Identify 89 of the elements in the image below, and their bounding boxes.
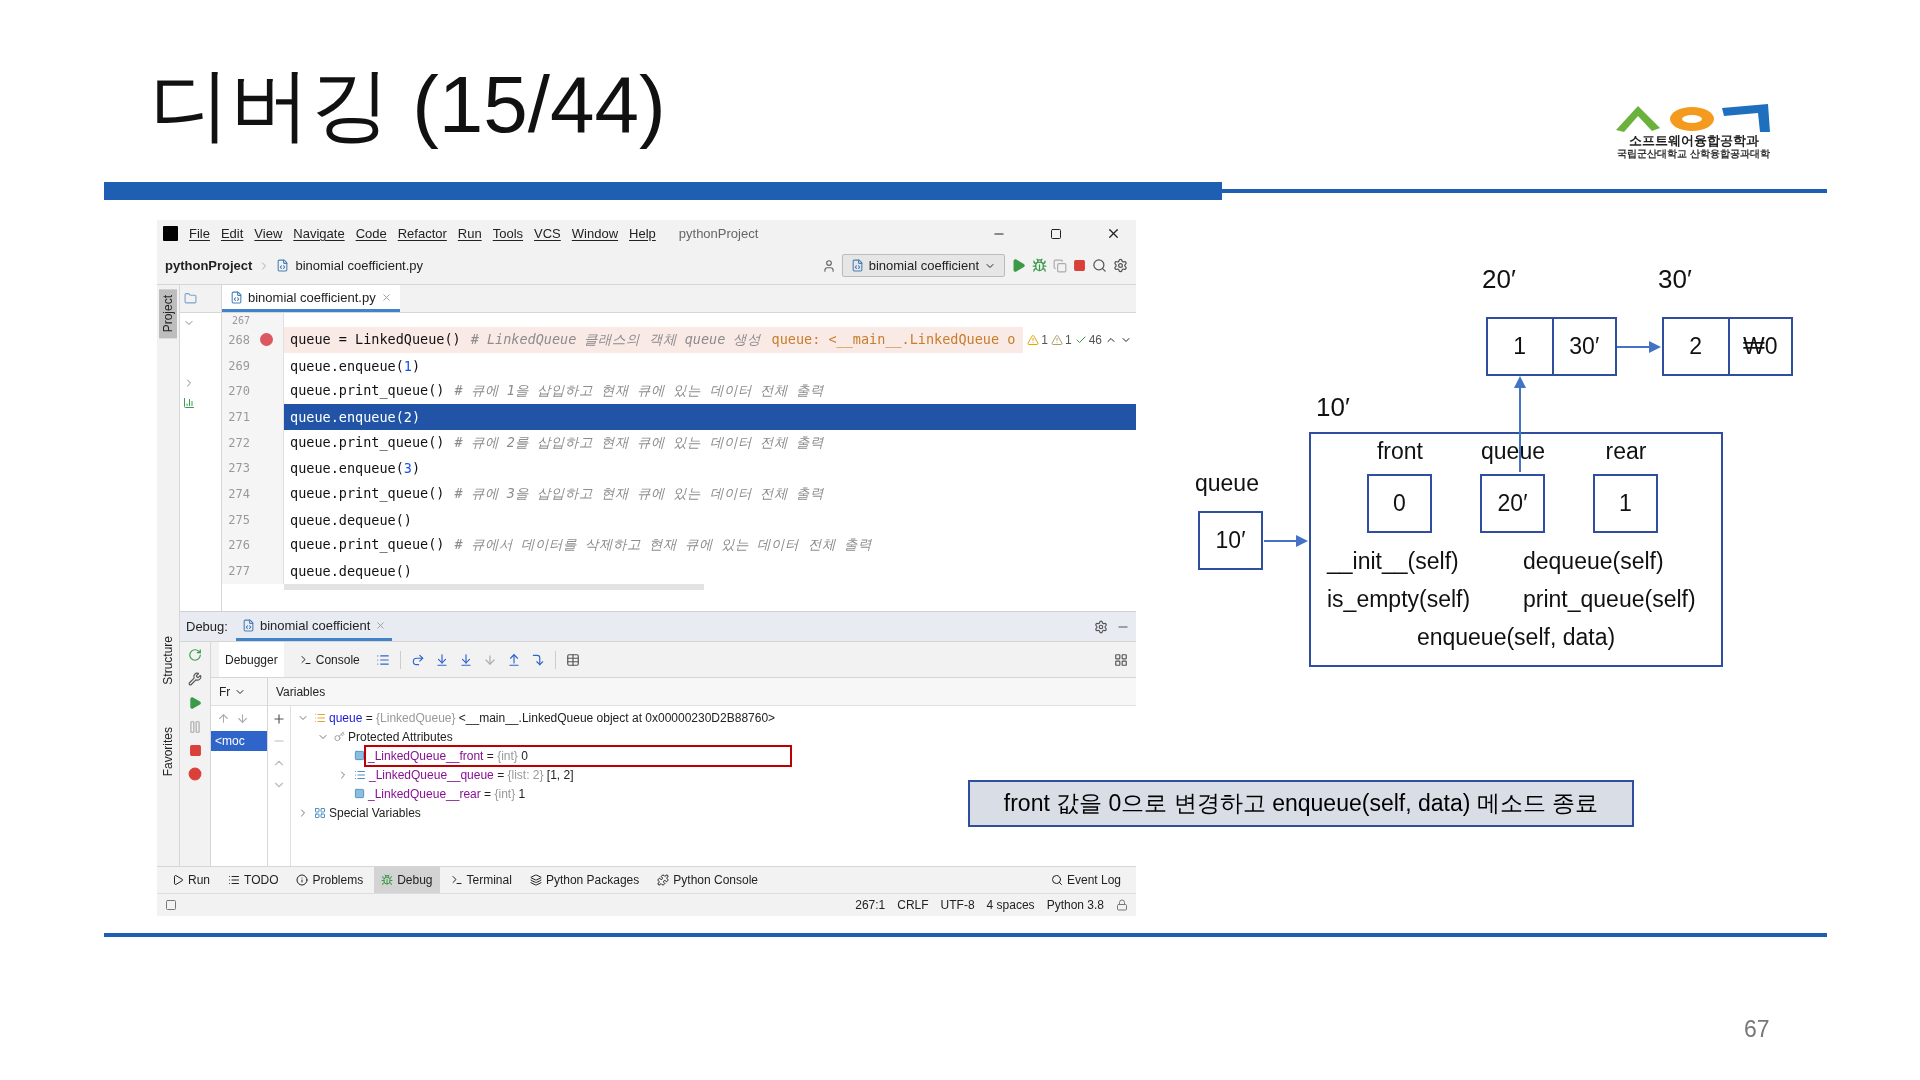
- variable-entry[interactable]: Special Variables: [329, 805, 421, 820]
- line-number: 277: [227, 564, 250, 579]
- frames-header: Fr: [219, 684, 231, 699]
- side-tab[interactable]: Project: [159, 289, 177, 339]
- debug-tab[interactable]: Console: [293, 642, 366, 677]
- menu-item[interactable]: File: [189, 226, 210, 241]
- code-line: queue.enqueue(2): [289, 408, 421, 425]
- menu-item[interactable]: Navigate: [293, 226, 345, 241]
- side-tab[interactable]: Structure: [159, 630, 177, 692]
- page-number: 67: [1744, 1016, 1770, 1043]
- side-tab[interactable]: Favorites: [159, 721, 177, 783]
- code-line: queue.print_queue() # 큐에 1을 삽입하고 현재 큐에 있는 데이터 전체 출력: [289, 382, 824, 401]
- line-number: 275: [227, 512, 250, 527]
- variable-entry[interactable]: _LinkedQueue__queue = {list: 2} [1, 2]: [369, 767, 574, 782]
- tool-window-button[interactable]: TODO: [221, 867, 286, 893]
- debug-label: Debug:: [186, 619, 228, 634]
- field-label: rear: [1605, 438, 1647, 465]
- line-number: 268: [227, 332, 250, 347]
- code-line: queue.print_queue() # 큐에 3을 삽입하고 현재 큐에 있는 데이터 전체 출력: [289, 484, 824, 503]
- code-line: queue.enqueue(1): [289, 357, 421, 374]
- line-number: 273: [227, 461, 250, 476]
- line-number: 270: [227, 384, 250, 399]
- callout-note: front 값을 0으로 변경하고 enqueue(self, data) 메소드 종료: [968, 780, 1634, 827]
- tool-window-button[interactable]: Run: [165, 867, 217, 893]
- menu-item[interactable]: Refactor: [397, 226, 447, 241]
- menu-item[interactable]: View: [254, 226, 283, 241]
- breadcrumb-item[interactable]: binomial coefficient.py: [295, 258, 424, 273]
- method-name: enqueue(self, data): [1416, 624, 1616, 651]
- status-item[interactable]: 4 spaces: [986, 898, 1035, 912]
- event-log-button[interactable]: Event Log: [1043, 867, 1128, 893]
- variable-entry[interactable]: _LinkedQueue__rear = {int} 1: [368, 786, 526, 801]
- status-item[interactable]: 267:1: [855, 898, 886, 912]
- line-number: 274: [227, 486, 250, 501]
- window-title: pythonProject: [678, 226, 760, 241]
- variable-box: 10′: [1198, 511, 1263, 570]
- variable-entry[interactable]: Protected Attributes: [348, 729, 453, 744]
- variables-header: Variables: [276, 684, 326, 699]
- line-number: 272: [227, 435, 250, 450]
- menu-item[interactable]: Code: [355, 226, 387, 241]
- variable-label: queue: [1195, 470, 1259, 497]
- code-line: queue.enqueue(3): [289, 460, 421, 477]
- node-address: 30′: [1658, 264, 1692, 295]
- frame-item[interactable]: <moc: [211, 731, 267, 751]
- tool-window-button[interactable]: Debug: [374, 867, 440, 893]
- code-line: queue.print_queue() # 큐에 2를 삽입하고 현재 큐에 있는 데이터 전체 출력: [289, 433, 824, 452]
- method-name: print_queue(self): [1523, 586, 1696, 613]
- object-address: 10′: [1316, 392, 1350, 423]
- tool-window-button[interactable]: Problems: [289, 867, 371, 893]
- line-number: 271: [227, 409, 250, 424]
- node-address: 20′: [1482, 264, 1516, 295]
- code-line: queue = LinkedQueue() # LinkedQueue 클래스의 객체 queue 생성 queue: <__main__.LinkedQueue o: [289, 330, 1016, 349]
- tool-window-button[interactable]: Python Packages: [522, 867, 647, 893]
- code-line: queue.dequeue(): [289, 563, 412, 580]
- node-data: 2: [1688, 332, 1704, 361]
- line-number: 276: [227, 538, 250, 553]
- status-item[interactable]: Python 3.8: [1046, 898, 1104, 912]
- code-line: queue.dequeue(): [289, 511, 412, 528]
- menu-item[interactable]: Run: [457, 226, 482, 241]
- menu-item[interactable]: VCS: [534, 226, 561, 241]
- line-number: 269: [227, 358, 250, 373]
- field-box: 1: [1593, 474, 1658, 533]
- field-label: front: [1377, 438, 1423, 465]
- node-data: 1: [1512, 332, 1528, 361]
- code-line: queue.print_queue() # 큐에서 데이터를 삭제하고 현재 큐에 있는 데이터 전체 출력: [289, 536, 872, 555]
- breadcrumb-item[interactable]: pythonProject: [165, 258, 253, 273]
- menu-item[interactable]: Help: [629, 226, 656, 241]
- method-name: is_empty(self): [1327, 586, 1471, 613]
- menu-item[interactable]: Window: [571, 226, 619, 241]
- slide-title: 디버깅 (15/44): [150, 59, 666, 151]
- run-config-dropdown[interactable]: binomial coefficient: [841, 254, 1005, 277]
- menu-item[interactable]: Tools: [492, 226, 524, 241]
- logo-subtext: 국립군산대학교 산학융합공과대학: [1617, 148, 1770, 159]
- logo-text: 소프트웨어융합공학과: [1628, 134, 1759, 148]
- field-box: 20′: [1480, 474, 1545, 533]
- inspection-count[interactable]: 1: [1050, 332, 1072, 347]
- menu-item[interactable]: Edit: [220, 226, 244, 241]
- tool-window-button[interactable]: Terminal: [443, 867, 519, 893]
- line-number: 267: [230, 314, 250, 326]
- inspection-count[interactable]: 1: [1027, 332, 1048, 347]
- field-box: 0: [1367, 474, 1432, 533]
- status-item[interactable]: UTF-8: [940, 898, 975, 912]
- method-name: __init__(self): [1327, 548, 1459, 575]
- editor-tab[interactable]: binomial coefficient.py: [222, 285, 400, 312]
- status-item[interactable]: CRLF: [897, 898, 929, 912]
- debug-tab[interactable]: Debugger: [219, 642, 284, 677]
- tool-window-button[interactable]: Python Console: [650, 867, 766, 893]
- inspection-count[interactable]: 46: [1074, 332, 1102, 347]
- variable-entry[interactable]: queue = {LinkedQueue} <__main__.LinkedQueue object at 0x00000230D2B88760>: [329, 710, 776, 725]
- method-name: dequeue(self): [1523, 548, 1664, 575]
